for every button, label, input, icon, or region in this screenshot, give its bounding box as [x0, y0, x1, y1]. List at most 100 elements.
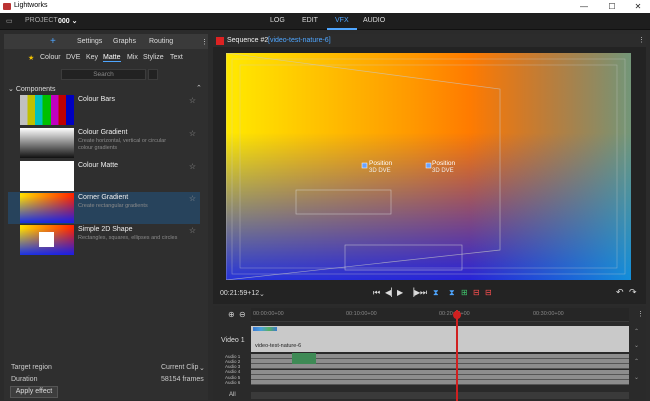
position-sub-2: 3D DVE [432, 168, 454, 174]
position-sub-1: 3D DVE [369, 168, 391, 174]
top-bar: ▭ PROJECT 000 ⌄ LOG EDIT VFX AUDIO [0, 13, 650, 30]
component-description: Create rectangular gradients [78, 203, 148, 209]
audio-track-label[interactable]: Audio 6 [225, 380, 240, 385]
ruler-tick: 00:00:00+00 [253, 311, 284, 317]
crop-box-1 [295, 189, 392, 215]
tab-dve[interactable]: DVE [66, 54, 80, 61]
component-colour-gradient[interactable]: Colour Gradient Create horizontal, verti… [8, 127, 200, 159]
corner-gradient-thumbnail [20, 193, 74, 223]
apply-effect-button[interactable]: Apply effect [10, 386, 58, 398]
target-region-dropdown[interactable]: Current Clip [161, 364, 198, 371]
tab-routing[interactable]: Routing [149, 38, 173, 45]
mark-in-icon[interactable]: ⧗ [433, 288, 439, 298]
tab-matte[interactable]: Matte [103, 54, 121, 62]
scroll-down-icon[interactable]: ⌄ [634, 342, 639, 349]
maximize-button[interactable]: ☐ [601, 0, 623, 13]
favourite-star-icon[interactable]: ☆ [189, 162, 196, 171]
timeline-menu-icon[interactable]: ⋮ [637, 310, 644, 318]
colour-gradient-thumbnail [20, 128, 74, 158]
tab-stylize[interactable]: Stylize [143, 54, 164, 61]
scroll-down-icon[interactable]: ⌄ [634, 374, 639, 381]
panel-menu-icon[interactable]: ⋮ [201, 38, 208, 46]
favourite-star-icon[interactable]: ☆ [189, 129, 196, 138]
search-clear-button[interactable] [148, 69, 158, 80]
tab-mix[interactable]: Mix [127, 54, 138, 61]
undo-icon[interactable]: ↶ [616, 287, 624, 298]
playhead[interactable] [456, 310, 458, 401]
favourite-star-icon[interactable]: ☆ [189, 194, 196, 203]
playhead-handle[interactable] [453, 311, 461, 319]
tab-graphs[interactable]: Graphs [113, 38, 136, 45]
viewer-menu-icon[interactable]: ⋮ [638, 36, 645, 44]
redo-icon[interactable]: ↷ [629, 287, 637, 298]
effects-panel: + Settings Graphs Routing ⋮ ★ Colour DVE… [4, 34, 208, 400]
simple-2d-shape-thumbnail [20, 225, 74, 255]
chevron-down-icon[interactable]: ⌄ [199, 364, 205, 372]
go-to-start-icon[interactable]: ⏮ [373, 288, 380, 298]
crop-box-2 [344, 244, 463, 271]
tab-log[interactable]: LOG [270, 17, 285, 24]
position-label-1: Position [369, 160, 393, 167]
video-clip-name: video-test-nature-6 [255, 343, 302, 349]
component-corner-gradient[interactable]: Corner Gradient Create rectangular gradi… [8, 192, 200, 224]
viewer-header: Sequence #2 [video-test-nature-6] ⋮ [213, 34, 646, 47]
audio-track[interactable] [251, 380, 629, 385]
category-tabs: ★ Colour DVE Key Matte Mix Stylize Text [4, 51, 208, 65]
video-track[interactable]: video-test-nature-6 [251, 326, 629, 352]
insert-icon[interactable]: ⊟ [473, 288, 480, 297]
target-region-label: Target region [11, 364, 52, 371]
duration-value[interactable]: 58154 frames [161, 376, 204, 383]
favourite-star-icon[interactable]: ☆ [189, 96, 196, 105]
component-title: Corner Gradient [78, 194, 129, 201]
tab-vfx[interactable]: VFX [327, 17, 357, 30]
tab-edit[interactable]: EDIT [302, 17, 318, 24]
close-button[interactable]: ✕ [627, 0, 649, 13]
audio-track[interactable] [251, 364, 629, 369]
chevron-down-icon: ⌄ [8, 86, 16, 93]
audio-clip[interactable] [292, 353, 316, 364]
ruler-tick: 00:30:00+00 [533, 311, 564, 317]
add-icon[interactable]: + [50, 36, 56, 47]
component-description: Create horizontal, vertical or circular … [78, 138, 167, 151]
tab-audio[interactable]: AUDIO [363, 17, 385, 24]
component-simple-2d-shape[interactable]: Simple 2D Shape Rectangles, squares, ell… [8, 224, 200, 256]
colour-matte-thumbnail [20, 161, 74, 191]
replace-icon[interactable]: ⊟ [485, 288, 492, 297]
video-track-label[interactable]: Video 1 [221, 337, 245, 344]
chevron-down-icon[interactable]: ⌄ [259, 290, 265, 298]
project-name-dropdown[interactable]: 000 ⌄ [58, 17, 78, 25]
favourite-star-icon[interactable]: ☆ [189, 226, 196, 235]
project-icon[interactable]: ▭ [6, 17, 13, 25]
all-tracks-button[interactable]: All [229, 392, 236, 398]
component-title: Colour Gradient [78, 129, 128, 136]
collapse-up-icon[interactable]: ⌃ [196, 84, 202, 92]
timeline-scrollbar[interactable] [251, 392, 629, 399]
search-input[interactable]: Search [61, 69, 146, 80]
zoom-in-icon[interactable]: ⊕ [228, 310, 235, 319]
position-handle-2 [425, 162, 432, 169]
mark-out-icon[interactable]: ⧗ [449, 288, 455, 298]
step-back-icon[interactable]: ◀▏ [385, 288, 397, 297]
tab-key[interactable]: Key [86, 54, 98, 61]
play-icon[interactable]: ▶ [397, 288, 403, 297]
minimize-button[interactable]: — [573, 0, 595, 13]
components-header[interactable]: ⌄ Components [8, 85, 56, 93]
scroll-up-icon[interactable]: ⌃ [634, 328, 639, 335]
audio-track-label[interactable]: Audio 4 [225, 369, 240, 374]
go-to-end-icon[interactable]: ⏭ [420, 288, 427, 298]
tab-colour[interactable]: Colour [40, 54, 61, 61]
tab-text[interactable]: Text [170, 54, 183, 61]
title-bar: Lightworks — ☐ ✕ [0, 0, 650, 13]
component-colour-matte[interactable]: Colour Matte ☆ [8, 160, 200, 192]
component-colour-bars[interactable]: Colour Bars ☆ [8, 94, 200, 126]
zoom-out-icon[interactable]: ⊖ [239, 310, 246, 319]
step-forward-icon[interactable]: ▕▶ [408, 288, 420, 297]
tab-settings[interactable]: Settings [77, 38, 102, 45]
favourites-star-icon[interactable]: ★ [28, 54, 34, 62]
time-ruler[interactable]: 00:00:00+00 00:10:00+00 00:20:00+00 00:3… [251, 308, 629, 322]
scroll-up-icon[interactable]: ⌃ [634, 358, 639, 365]
record-indicator-icon [216, 37, 224, 45]
clip-thumbnail-strip [253, 327, 277, 331]
timecode-display[interactable]: 00:21:59+12 [220, 290, 259, 297]
add-keyframe-icon[interactable]: ⊞ [461, 288, 468, 297]
